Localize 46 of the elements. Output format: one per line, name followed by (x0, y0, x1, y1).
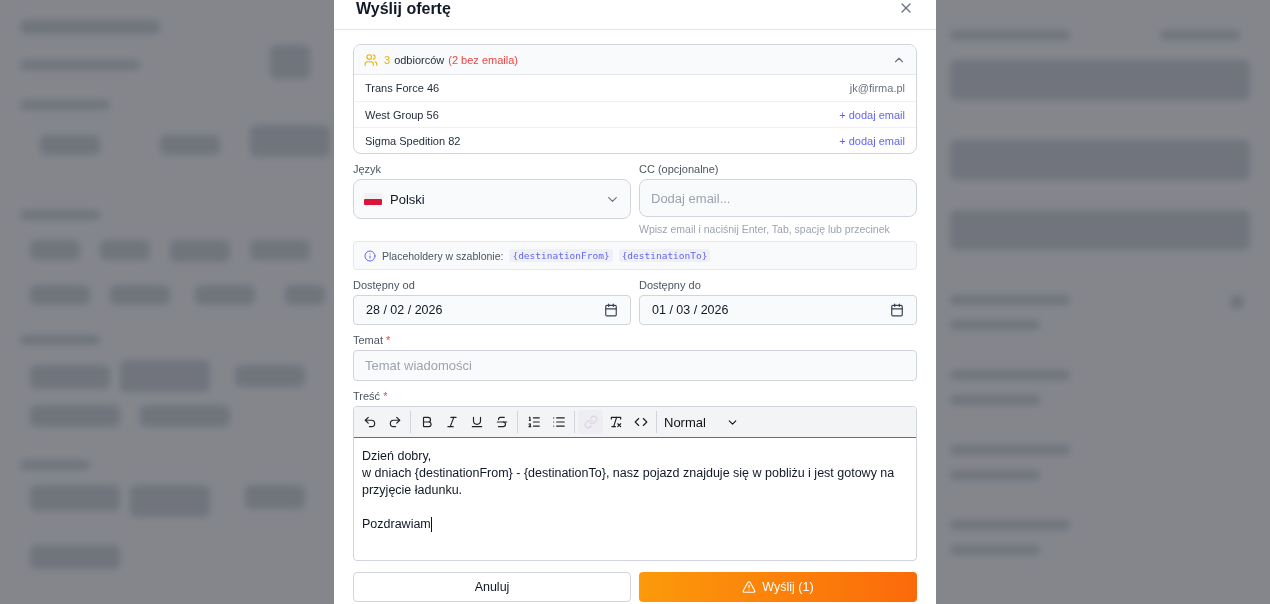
recipient-email: jk@firma.pl (849, 82, 905, 94)
field-label: Treść * (353, 390, 389, 402)
add-email-link[interactable]: + dodaj email (839, 134, 905, 147)
underline-icon (469, 415, 484, 429)
message-body[interactable]: Dzień dobry, w dniach {destinationFrom} - {destinationTo}, nasz pojazd znajduje się w pobliżu i jest gotowy na przyjęcie ładunku. Pozdrawiam (354, 438, 916, 560)
placeholder-tag: {destinationTo} (618, 249, 711, 262)
format-select[interactable]: Normal (660, 414, 743, 430)
users-icon (364, 52, 378, 67)
dialog-title: Wyślij ofertę (356, 0, 451, 18)
cc-email-field[interactable]: Dodaj email... (639, 179, 917, 217)
field-label: CC (opcjonalne) (639, 163, 720, 175)
date-field[interactable]: 01 / 03 / 2026 (639, 295, 917, 325)
language-select[interactable]: Polski (353, 179, 631, 219)
italic-icon (444, 415, 459, 429)
missing-email-warning: (2 bez emaila) (448, 53, 518, 66)
text-cursor (430, 517, 432, 533)
date-field[interactable]: 28 / 02 / 2026 (353, 295, 631, 325)
field-label: Dostępny od (353, 279, 416, 291)
field-label: Język (353, 163, 383, 175)
link-icon (583, 415, 598, 429)
cancel-button[interactable]: Anuluj (353, 572, 631, 602)
subject-field[interactable]: Temat wiadomości (353, 350, 917, 381)
warning-icon (742, 580, 757, 594)
recipient-count: 3 (384, 53, 391, 66)
field-hint: Wpisz email i naciśnij Enter, Tab, spację lub przecinek (639, 223, 891, 235)
recipient-name: Sigma Spedition 82 (365, 134, 461, 147)
clear-format-icon (608, 415, 623, 429)
strikethrough-icon (494, 415, 509, 429)
calendar-icon (890, 303, 904, 317)
info-icon (364, 249, 376, 262)
redo-icon (387, 415, 402, 429)
code-icon (633, 415, 648, 429)
recipient-name: West Group 56 (365, 108, 439, 121)
undo-icon (362, 415, 377, 429)
flag-icon (364, 193, 382, 205)
field-label: Dostępny do (639, 279, 702, 291)
placeholder-tag: {destinationFrom} (509, 249, 613, 262)
numbered-list-icon (526, 415, 541, 429)
recipients-header[interactable]: 3 odbiorców (2 bez emaila) (354, 45, 916, 75)
calendar-icon (604, 303, 618, 317)
info-text: Placeholdery w szablonie: (382, 249, 504, 262)
bullet-list-icon (551, 415, 566, 429)
recipient-name: Trans Force 46 (365, 82, 440, 94)
field-label: Temat * (353, 334, 392, 346)
recipients-label: odbiorców (394, 53, 445, 66)
add-email-link[interactable]: + dodaj email (839, 108, 905, 121)
